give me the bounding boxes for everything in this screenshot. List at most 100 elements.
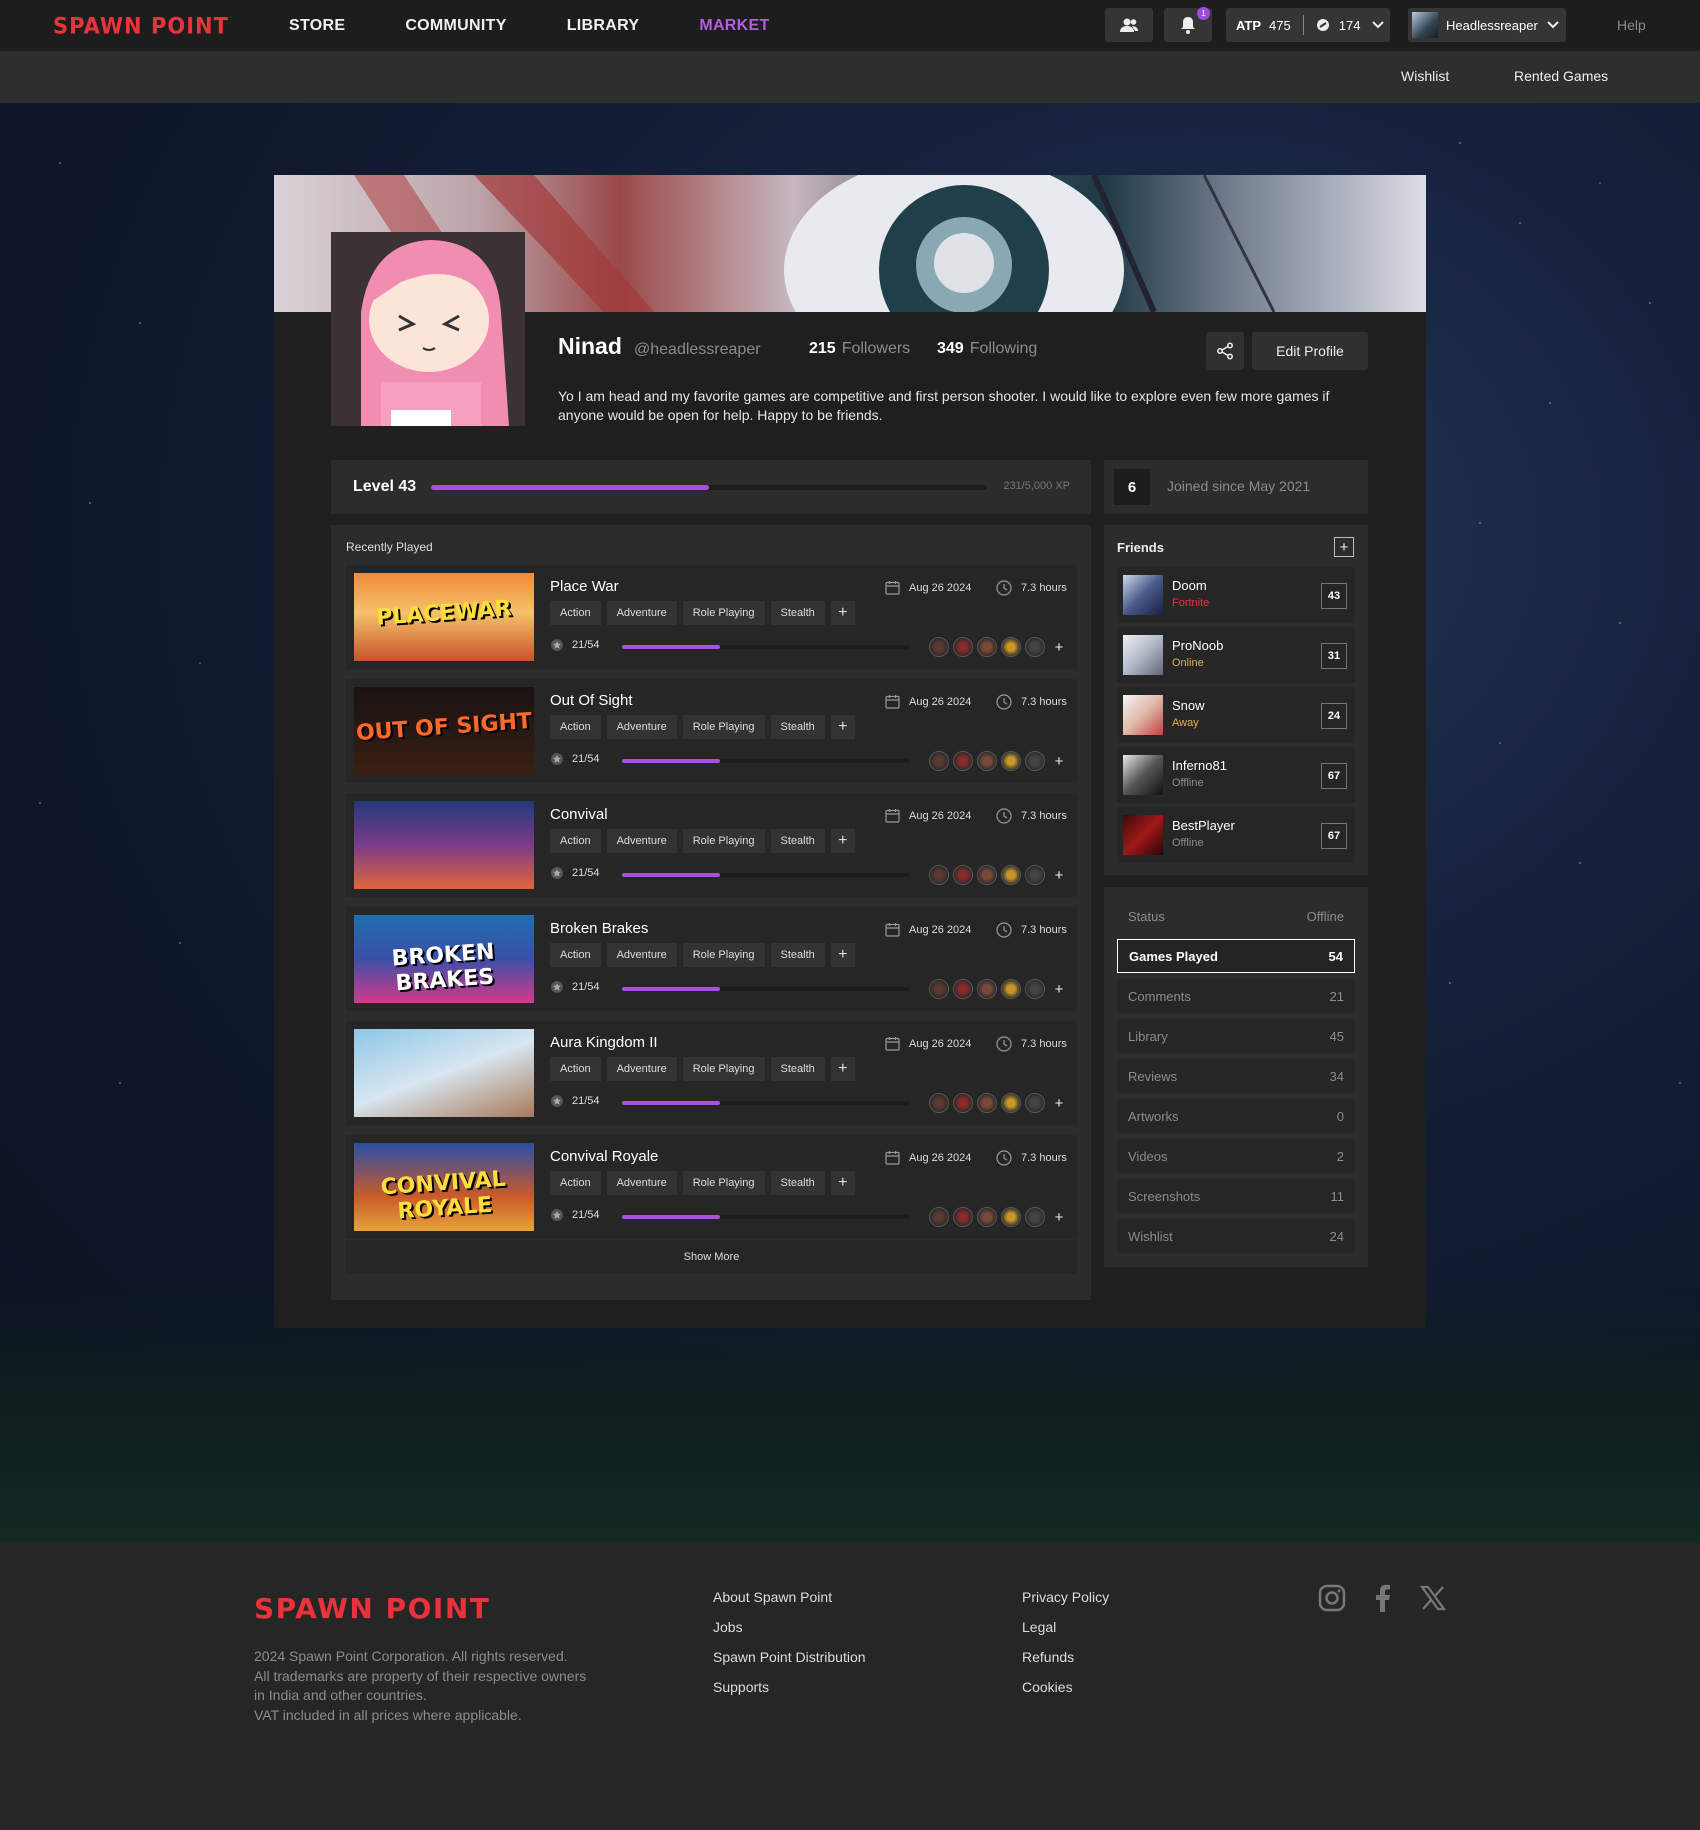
achievement-badge-icon[interactable] — [977, 979, 997, 999]
genre-tag[interactable]: Adventure — [606, 943, 677, 967]
achievement-badge-icon[interactable] — [1025, 979, 1045, 999]
game-title[interactable]: Place War — [550, 578, 619, 595]
facebook-link[interactable] — [1366, 1582, 1398, 1614]
genre-tag[interactable]: Action — [550, 943, 601, 967]
game-row[interactable]: OUT OF SIGHT Out Of Sight Aug 26 2024 7.… — [346, 679, 1077, 783]
more-achievements-button[interactable]: + — [1049, 637, 1069, 657]
add-tag-button[interactable]: + — [830, 829, 855, 853]
nav-store[interactable]: STORE — [289, 17, 345, 35]
friend-item[interactable]: BestPlayer Offline 67 — [1117, 807, 1355, 863]
game-title[interactable]: Convival Royale — [550, 1148, 658, 1165]
footer-link-about[interactable]: About Spawn Point — [713, 1589, 866, 1605]
more-achievements-button[interactable]: + — [1049, 865, 1069, 885]
more-achievements-button[interactable]: + — [1049, 979, 1069, 999]
add-tag-button[interactable]: + — [830, 1171, 855, 1195]
friend-item[interactable]: Inferno81 Offline 67 — [1117, 747, 1355, 803]
achievement-badge-icon[interactable] — [953, 1207, 973, 1227]
stat-row-videos[interactable]: Videos 2 — [1117, 1139, 1355, 1173]
game-thumbnail[interactable]: CONVIVAL ROYALE — [354, 1143, 534, 1231]
footer-link-supports[interactable]: Supports — [713, 1679, 866, 1695]
genre-tag[interactable]: Role Playing — [682, 601, 765, 625]
genre-tag[interactable]: Role Playing — [682, 1057, 765, 1081]
friend-avatar[interactable] — [1123, 815, 1163, 855]
friend-avatar[interactable] — [1123, 635, 1163, 675]
friend-avatar[interactable] — [1123, 575, 1163, 615]
achievement-badge-icon[interactable] — [1001, 1207, 1021, 1227]
genre-tag[interactable]: Action — [550, 829, 601, 853]
friend-item[interactable]: Doom Fortnite 43 — [1117, 567, 1355, 623]
genre-tag[interactable]: Stealth — [770, 829, 825, 853]
game-thumbnail[interactable]: PLACEWAR — [354, 573, 534, 661]
genre-tag[interactable]: Stealth — [770, 601, 825, 625]
more-achievements-button[interactable]: + — [1049, 1093, 1069, 1113]
friends-button[interactable] — [1105, 8, 1153, 42]
game-thumbnail[interactable]: OUT OF SIGHT — [354, 687, 534, 775]
game-title[interactable]: Aura Kingdom II — [550, 1034, 658, 1051]
genre-tag[interactable]: Role Playing — [682, 1171, 765, 1195]
followers-stat[interactable]: 215 Followers — [809, 340, 910, 358]
achievement-badge-icon[interactable] — [977, 865, 997, 885]
add-friend-button[interactable]: + — [1334, 537, 1354, 557]
show-more-button[interactable]: Show More — [346, 1240, 1077, 1274]
genre-tag[interactable]: Adventure — [606, 829, 677, 853]
achievement-badge-icon[interactable] — [929, 751, 949, 771]
stat-row-artworks[interactable]: Artworks 0 — [1117, 1099, 1355, 1133]
game-row[interactable]: BROKEN BRAKES Broken Brakes Aug 26 2024 … — [346, 907, 1077, 1011]
game-title[interactable]: Out Of Sight — [550, 692, 633, 709]
stat-row-screenshots[interactable]: Screenshots 11 — [1117, 1179, 1355, 1213]
following-stat[interactable]: 349 Following — [937, 340, 1037, 358]
achievement-badge-icon[interactable] — [1025, 1093, 1045, 1113]
achievement-badge-icon[interactable] — [953, 865, 973, 885]
stat-row-reviews[interactable]: Reviews 34 — [1117, 1059, 1355, 1093]
genre-tag[interactable]: Action — [550, 601, 601, 625]
genre-tag[interactable]: Role Playing — [682, 943, 765, 967]
footer-link-cookies[interactable]: Cookies — [1022, 1679, 1109, 1695]
game-thumbnail[interactable]: BROKEN BRAKES — [354, 915, 534, 1003]
genre-tag[interactable]: Adventure — [606, 1171, 677, 1195]
footer-link-refunds[interactable]: Refunds — [1022, 1649, 1109, 1665]
stat-row-wishlist[interactable]: Wishlist 24 — [1117, 1219, 1355, 1253]
more-achievements-button[interactable]: + — [1049, 1207, 1069, 1227]
genre-tag[interactable]: Adventure — [606, 715, 677, 739]
achievement-badge-icon[interactable] — [977, 637, 997, 657]
friend-item[interactable]: ProNoob Online 31 — [1117, 627, 1355, 683]
spawn-point-logo[interactable]: SPAWN POINT — [53, 13, 229, 38]
genre-tag[interactable]: Adventure — [606, 1057, 677, 1081]
nav-community[interactable]: COMMUNITY — [405, 17, 506, 35]
achievement-badge-icon[interactable] — [929, 1207, 949, 1227]
genre-tag[interactable]: Role Playing — [682, 829, 765, 853]
genre-tag[interactable]: Role Playing — [682, 715, 765, 739]
nav-market[interactable]: MARKET — [699, 17, 769, 35]
game-title[interactable]: Convival — [550, 806, 608, 823]
achievement-badge-icon[interactable] — [929, 865, 949, 885]
add-tag-button[interactable]: + — [830, 601, 855, 625]
achievement-badge-icon[interactable] — [1001, 751, 1021, 771]
friend-avatar[interactable] — [1123, 695, 1163, 735]
game-title[interactable]: Broken Brakes — [550, 920, 648, 937]
add-tag-button[interactable]: + — [830, 715, 855, 739]
stat-row-comments[interactable]: Comments 21 — [1117, 979, 1355, 1013]
achievement-badge-icon[interactable] — [953, 1093, 973, 1113]
footer-link-distribution[interactable]: Spawn Point Distribution — [713, 1649, 866, 1665]
game-row[interactable]: PLACEWAR Place War Aug 26 2024 7.3 hours… — [346, 565, 1077, 669]
achievement-badge-icon[interactable] — [1025, 751, 1045, 771]
game-row[interactable]: Aura Kingdom II Aug 26 2024 7.3 hours Ac… — [346, 1021, 1077, 1125]
rented-games-link[interactable]: Rented Games — [1514, 68, 1608, 84]
game-row[interactable]: Convival Aug 26 2024 7.3 hours Action Adv… — [346, 793, 1077, 897]
achievement-badge-icon[interactable] — [1025, 637, 1045, 657]
footer-link-privacy[interactable]: Privacy Policy — [1022, 1589, 1109, 1605]
genre-tag[interactable]: Stealth — [770, 1057, 825, 1081]
x-twitter-link[interactable] — [1417, 1582, 1449, 1614]
friend-avatar[interactable] — [1123, 755, 1163, 795]
genre-tag[interactable]: Action — [550, 1171, 601, 1195]
genre-tag[interactable]: Action — [550, 715, 601, 739]
achievement-badge-icon[interactable] — [1001, 865, 1021, 885]
notifications-button[interactable]: 1 — [1164, 7, 1212, 42]
add-tag-button[interactable]: + — [830, 943, 855, 967]
achievement-badge-icon[interactable] — [977, 1093, 997, 1113]
edit-profile-button[interactable]: Edit Profile — [1252, 332, 1368, 370]
achievement-badge-icon[interactable] — [1025, 865, 1045, 885]
game-thumbnail[interactable] — [354, 801, 534, 889]
stat-row-library[interactable]: Library 45 — [1117, 1019, 1355, 1053]
wishlist-link[interactable]: Wishlist — [1401, 68, 1449, 84]
